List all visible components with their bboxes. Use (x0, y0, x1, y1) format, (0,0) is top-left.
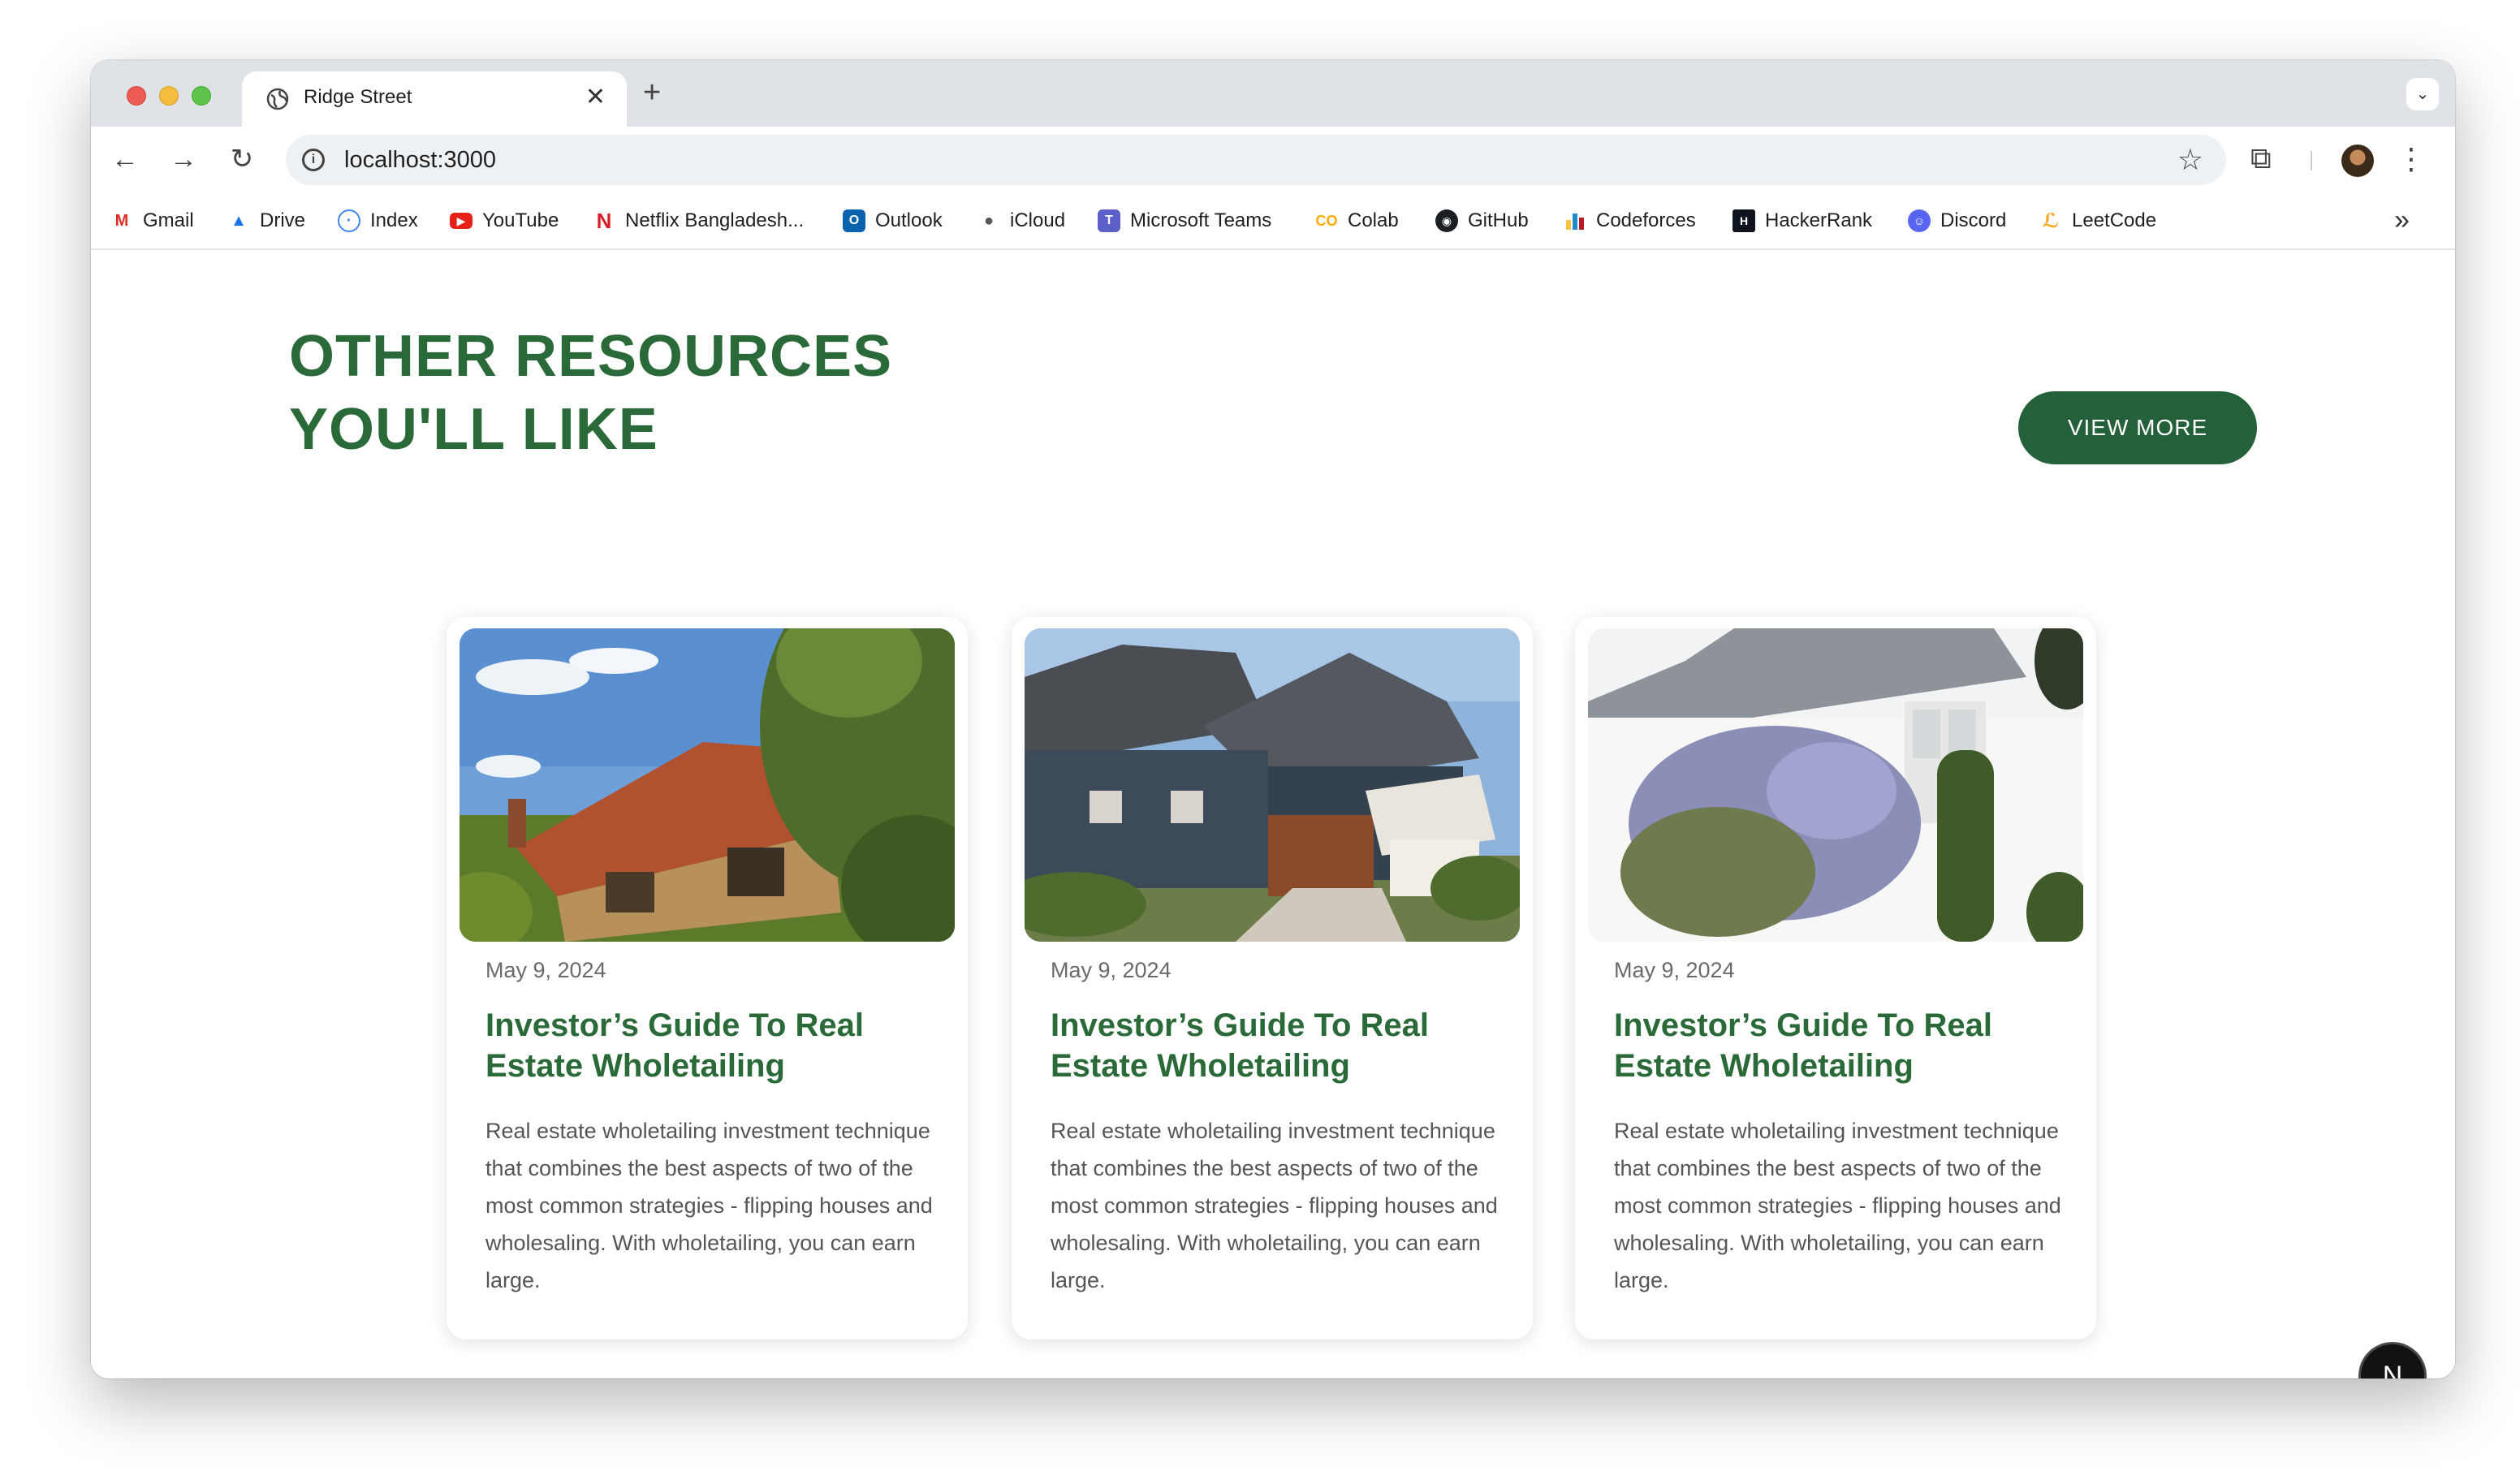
minimize-window-button[interactable] (159, 86, 179, 106)
card-title[interactable]: Investor’s Guide To Real Estate Wholetai… (1051, 1005, 1505, 1086)
bookmark-label: LeetCode (2072, 209, 2157, 231)
bookmarks-bar: M Gmail ▲ Drive · Index ▶ YouTube N Netf… (91, 192, 2455, 250)
bookmark-label: YouTube (482, 209, 559, 231)
bookmark-outlook[interactable]: O Outlook (843, 206, 943, 235)
bookmark-gmail[interactable]: M Gmail (110, 206, 194, 235)
bookmark-label: Colab (1348, 209, 1399, 231)
bookmark-drive[interactable]: ▲ Drive (227, 206, 305, 235)
teams-icon: T (1098, 209, 1120, 232)
bookmark-label: HackerRank (1765, 209, 1873, 231)
tab-title: Ridge Street (304, 86, 412, 108)
leetcode-icon: ℒ (2042, 209, 2060, 232)
bookmark-icloud[interactable]: ● iCloud (977, 206, 1065, 235)
card-image-white-house-wisteria[interactable] (1588, 628, 2083, 942)
reload-icon[interactable]: ↻ (224, 141, 260, 177)
bookmark-label: Microsoft Teams (1130, 209, 1272, 231)
outlook-icon: O (843, 209, 865, 232)
codeforces-bars-icon (1564, 209, 1586, 232)
more-bookmarks-chevron-icon[interactable]: » (2394, 205, 2410, 236)
more-menu-icon[interactable]: ⋮ (2397, 141, 2426, 177)
bookmark-label: Drive (260, 209, 306, 231)
bookmark-hackerrank[interactable]: H HackerRank (1732, 206, 1872, 235)
site-info-icon[interactable]: i (302, 149, 325, 171)
resource-card[interactable]: May 9, 2024 Investor’s Guide To Real Est… (1012, 617, 1533, 1339)
bookmark-github[interactable]: ◉ GitHub (1435, 206, 1529, 235)
colab-icon: CO (1315, 212, 1338, 229)
card-excerpt: Real estate wholetailing investment tech… (1614, 1119, 2061, 1292)
bookmark-label: Outlook (875, 209, 943, 231)
card-title[interactable]: Investor’s Guide To Real Estate Wholetai… (485, 1005, 940, 1086)
profile-avatar[interactable] (2341, 145, 2374, 177)
bookmark-discord[interactable]: ☺ Discord (1908, 206, 2006, 235)
github-icon: ◉ (1435, 209, 1458, 232)
resource-card[interactable]: May 9, 2024 Investor’s Guide To Real Est… (447, 617, 968, 1339)
section-heading: OTHER RESOURCES YOU'LL LIKE (289, 320, 1020, 466)
close-window-button[interactable] (127, 86, 146, 106)
apple-icon: ● (983, 211, 995, 230)
back-arrow-icon[interactable]: ← (107, 141, 143, 177)
browser-toolbar: ← → ↻ i localhost:3000 ☆ ⧉ ⋮ (91, 127, 2455, 192)
card-date: May 9, 2024 (1614, 958, 1735, 982)
browser-window: Ridge Street ✕ + ⌄ ← → ↻ i localhost:300… (91, 60, 2455, 1378)
page-content: OTHER RESOURCES YOU'LL LIKE VIEW MORE Ma… (91, 250, 2455, 1378)
card-excerpt: Real estate wholetailing investment tech… (485, 1119, 933, 1292)
bookmark-index[interactable]: · Index (338, 206, 418, 235)
card-image-wooden-house[interactable] (460, 628, 955, 942)
card-excerpt: Real estate wholetailing investment tech… (1051, 1119, 1498, 1292)
heading-line-1: OTHER RESOURCES (289, 324, 893, 389)
tab-close-icon[interactable]: ✕ (585, 84, 606, 110)
resource-card[interactable]: May 9, 2024 Investor’s Guide To Real Est… (1575, 617, 2096, 1339)
tab-active[interactable]: Ridge Street ✕ (242, 71, 627, 127)
drive-icon: ▲ (231, 211, 247, 230)
bookmark-microsoft-teams[interactable]: T Microsoft Teams (1098, 206, 1271, 235)
address-bar[interactable]: i localhost:3000 ☆ (286, 135, 2226, 185)
url-text[interactable]: localhost:3000 (344, 147, 496, 174)
maximize-window-button[interactable] (192, 86, 211, 106)
gmail-icon: M (114, 211, 129, 230)
youtube-icon: ▶ (450, 213, 472, 229)
forward-arrow-icon[interactable]: → (166, 141, 201, 177)
extensions-puzzle-icon[interactable]: ⧉ (2250, 141, 2272, 176)
bookmark-label: Discord (1940, 209, 2007, 231)
tab-search-chevron-icon[interactable]: ⌄ (2406, 78, 2439, 110)
index-globe-icon: · (338, 209, 360, 232)
heading-line-2: YOU'LL LIKE (289, 397, 658, 462)
hackerrank-icon: H (1732, 209, 1755, 232)
bookmark-netflix[interactable]: N Netflix Bangladesh... (593, 206, 805, 235)
bookmark-label: Netflix Bangladesh... (625, 209, 805, 231)
bookmark-leetcode[interactable]: ℒ LeetCode (2039, 206, 2156, 235)
card-title[interactable]: Investor’s Guide To Real Estate Wholetai… (1614, 1005, 2069, 1086)
bookmark-colab[interactable]: CO Colab (1315, 206, 1399, 235)
view-more-button[interactable]: VIEW MORE (2018, 391, 2257, 464)
bookmark-star-icon[interactable]: ☆ (2177, 143, 2203, 177)
tab-strip: Ridge Street ✕ + ⌄ (91, 60, 2455, 127)
bookmark-label: GitHub (1468, 209, 1529, 231)
bookmark-label: Codeforces (1596, 209, 1696, 231)
nextjs-dev-badge[interactable]: N (2361, 1344, 2424, 1378)
bookmark-youtube[interactable]: ▶ YouTube (450, 206, 559, 235)
globe-icon (266, 88, 289, 110)
card-date: May 9, 2024 (1051, 958, 1172, 982)
new-tab-button[interactable]: + (643, 76, 661, 109)
card-image-craftsman-house[interactable] (1025, 628, 1520, 942)
bookmark-label: iCloud (1010, 209, 1066, 231)
bookmark-label: Index (370, 209, 418, 231)
netflix-icon: N (596, 208, 612, 233)
discord-icon: ☺ (1908, 209, 1931, 232)
card-date: May 9, 2024 (485, 958, 606, 982)
toolbar-divider (2311, 151, 2312, 170)
bookmark-label: Gmail (143, 209, 194, 231)
bookmark-codeforces[interactable]: Codeforces (1564, 206, 1696, 235)
